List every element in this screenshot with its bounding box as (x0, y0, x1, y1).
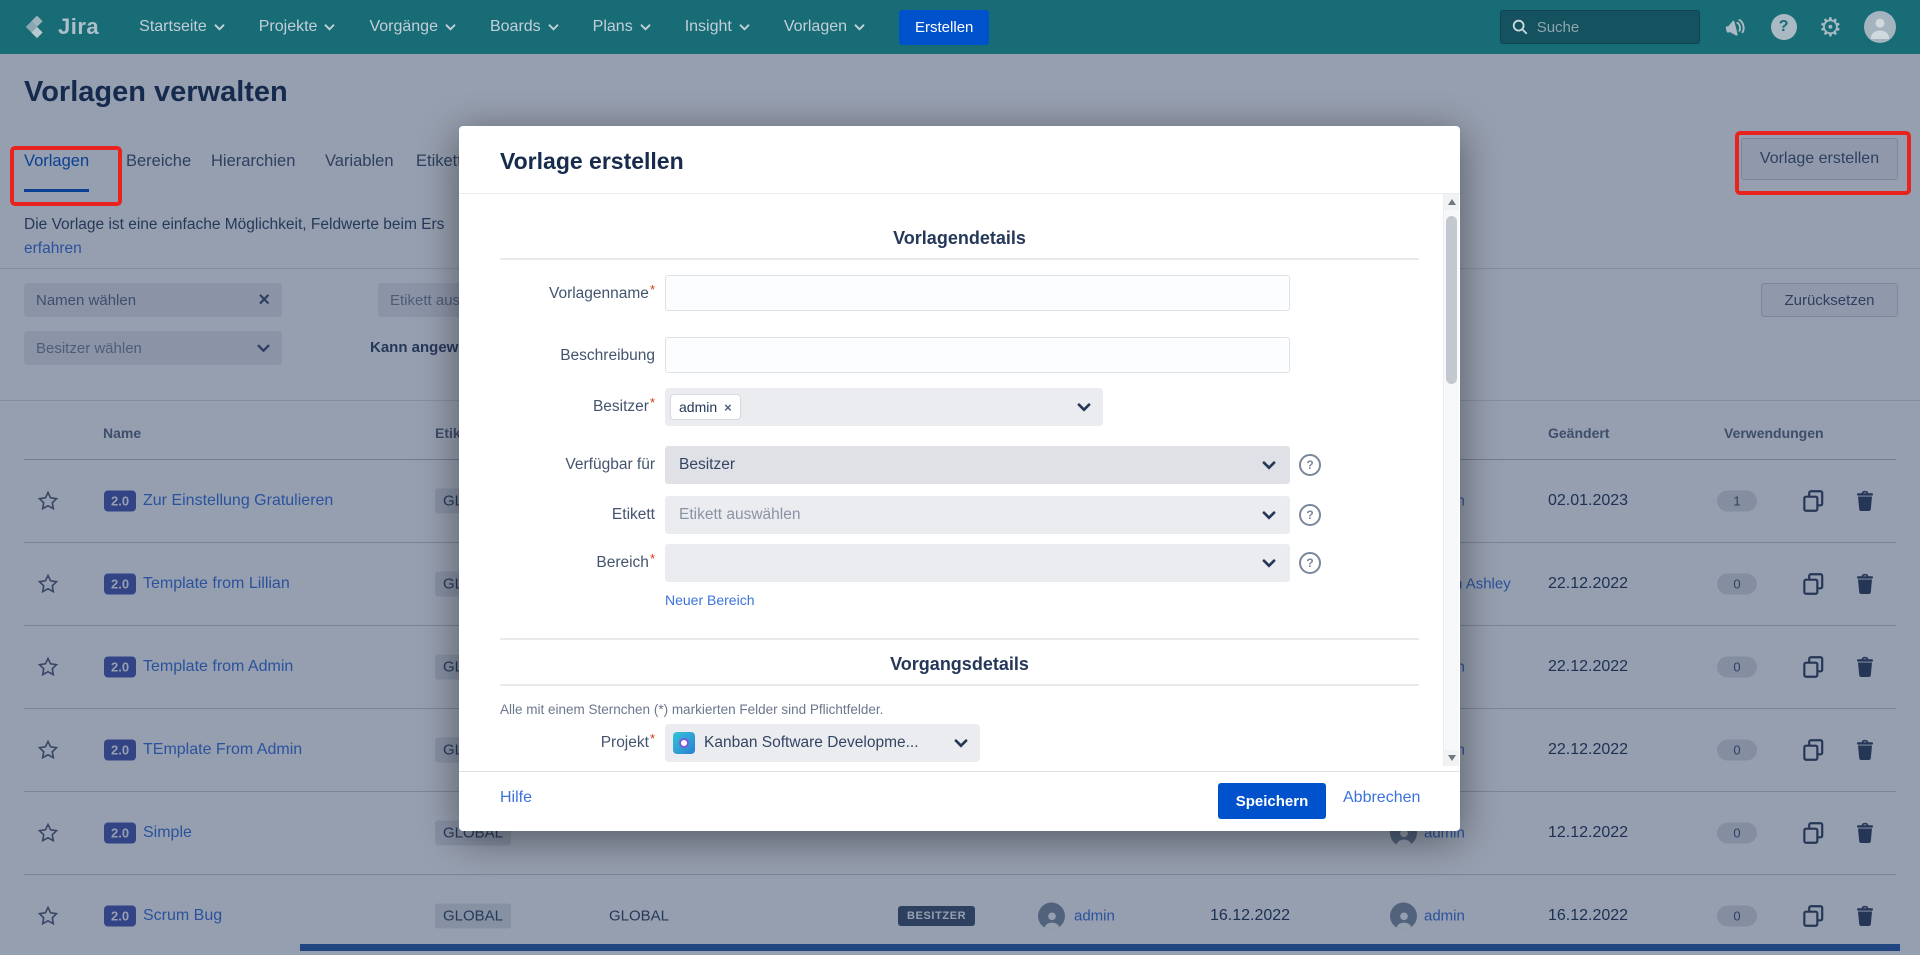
scroll-up-arrow[interactable] (1444, 194, 1459, 210)
chevron-down-icon (640, 24, 651, 31)
field-label: Projekt (601, 734, 649, 751)
chevron-down-icon (548, 24, 559, 31)
field-label: Bereich (596, 554, 649, 571)
nav-item-vorlagen[interactable]: Vorlagen (784, 18, 865, 36)
screen: Jira Startseite Projekte Vorgänge Boards… (0, 0, 1920, 955)
field-label: Etikett (612, 506, 655, 523)
chevron-down-icon (1262, 559, 1276, 568)
settings-gear-icon[interactable]: ⚙ (1819, 14, 1842, 40)
beschreibung-input[interactable] (665, 337, 1290, 373)
form-row-besitzer: Besitzer* admin × (459, 388, 1460, 426)
form-row-verfuegbar: Verfügbar für Besitzer ? (459, 446, 1460, 484)
nav-right-group: Suche ? ⚙ (1500, 10, 1896, 44)
vorlagenname-input[interactable] (665, 275, 1290, 311)
divider (500, 258, 1419, 260)
search-icon (1511, 18, 1529, 36)
chevron-down-icon (854, 24, 865, 31)
chevron-down-icon (954, 739, 968, 748)
jira-brand-text: Jira (58, 14, 99, 40)
modal-scrollbar[interactable] (1443, 194, 1459, 766)
save-button[interactable]: Speichern (1218, 783, 1326, 819)
nav-item-boards[interactable]: Boards (490, 18, 559, 36)
modal-help-link[interactable]: Hilfe (500, 789, 532, 807)
jira-home-link[interactable]: Jira (24, 14, 99, 40)
announcement-icon[interactable] (1722, 14, 1749, 41)
jira-logo-icon (24, 14, 50, 40)
main-menu: Startseite Projekte Vorgänge Boards Plan… (139, 18, 865, 36)
chevron-down-icon (445, 24, 456, 31)
search-input[interactable]: Suche (1500, 10, 1700, 44)
remove-chip-icon[interactable]: × (724, 400, 732, 415)
search-placeholder: Suche (1537, 19, 1580, 36)
besitzer-multiselect[interactable]: admin × (665, 388, 1103, 426)
form-row-bereich: Bereich* ? (459, 544, 1460, 582)
etikett-select[interactable]: Etikett auswählen (665, 496, 1290, 534)
divider (500, 638, 1419, 640)
field-label: Besitzer (593, 398, 649, 415)
nav-item-vorgaenge[interactable]: Vorgänge (369, 18, 456, 36)
cancel-button[interactable]: Abbrechen (1343, 789, 1420, 807)
form-row-vorlagenname: Vorlagenname* (459, 275, 1460, 313)
chevron-down-icon (1077, 403, 1091, 412)
section-heading-vorgangsdetails: Vorgangsdetails (459, 654, 1460, 675)
required-fields-note: Alle mit einem Sternchen (*) markierten … (500, 702, 883, 717)
required-asterisk: * (650, 395, 655, 410)
chevron-down-icon (1262, 461, 1276, 470)
field-label: Beschreibung (560, 347, 655, 364)
chevron-down-icon (324, 24, 335, 31)
chevron-down-icon (1262, 511, 1276, 520)
projekt-select[interactable]: Kanban Software Developme... (665, 724, 980, 762)
required-asterisk: * (650, 282, 655, 297)
help-icon[interactable]: ? (1299, 552, 1321, 574)
nav-item-plans[interactable]: Plans (593, 18, 651, 36)
neuer-bereich-link[interactable]: Neuer Bereich (665, 592, 755, 608)
divider (500, 684, 1419, 686)
form-row-etikett: Etikett Etikett auswählen ? (459, 496, 1460, 534)
create-template-modal: Vorlage erstellen Vorlagendetails Vorlag… (459, 126, 1460, 831)
nav-item-startseite[interactable]: Startseite (139, 18, 225, 36)
verfuegbar-select[interactable]: Besitzer (665, 446, 1290, 484)
chevron-down-icon (739, 24, 750, 31)
divider (459, 771, 1460, 772)
scrollbar-thumb[interactable] (1446, 216, 1457, 384)
user-avatar[interactable] (1864, 11, 1896, 43)
help-icon[interactable]: ? (1299, 454, 1321, 476)
top-nav: Jira Startseite Projekte Vorgänge Boards… (0, 0, 1920, 54)
scroll-down-arrow[interactable] (1444, 750, 1459, 766)
divider (459, 193, 1460, 194)
modal-title: Vorlage erstellen (500, 148, 684, 175)
nav-create-button[interactable]: Erstellen (899, 10, 989, 45)
section-heading-vorlagendetails: Vorlagendetails (459, 228, 1460, 249)
required-asterisk: * (650, 551, 655, 566)
nav-item-projekte[interactable]: Projekte (259, 18, 336, 36)
field-label: Vorlagenname (549, 285, 649, 302)
selected-user-chip: admin × (671, 395, 740, 419)
help-icon[interactable]: ? (1299, 504, 1321, 526)
required-asterisk: * (650, 731, 655, 746)
field-label: Verfügbar für (565, 456, 655, 473)
nav-item-insight[interactable]: Insight (685, 18, 750, 36)
project-avatar-icon (673, 732, 695, 754)
form-row-beschreibung: Beschreibung (459, 337, 1460, 375)
chevron-down-icon (214, 24, 225, 31)
bereich-select[interactable] (665, 544, 1290, 582)
help-icon[interactable]: ? (1771, 14, 1797, 40)
